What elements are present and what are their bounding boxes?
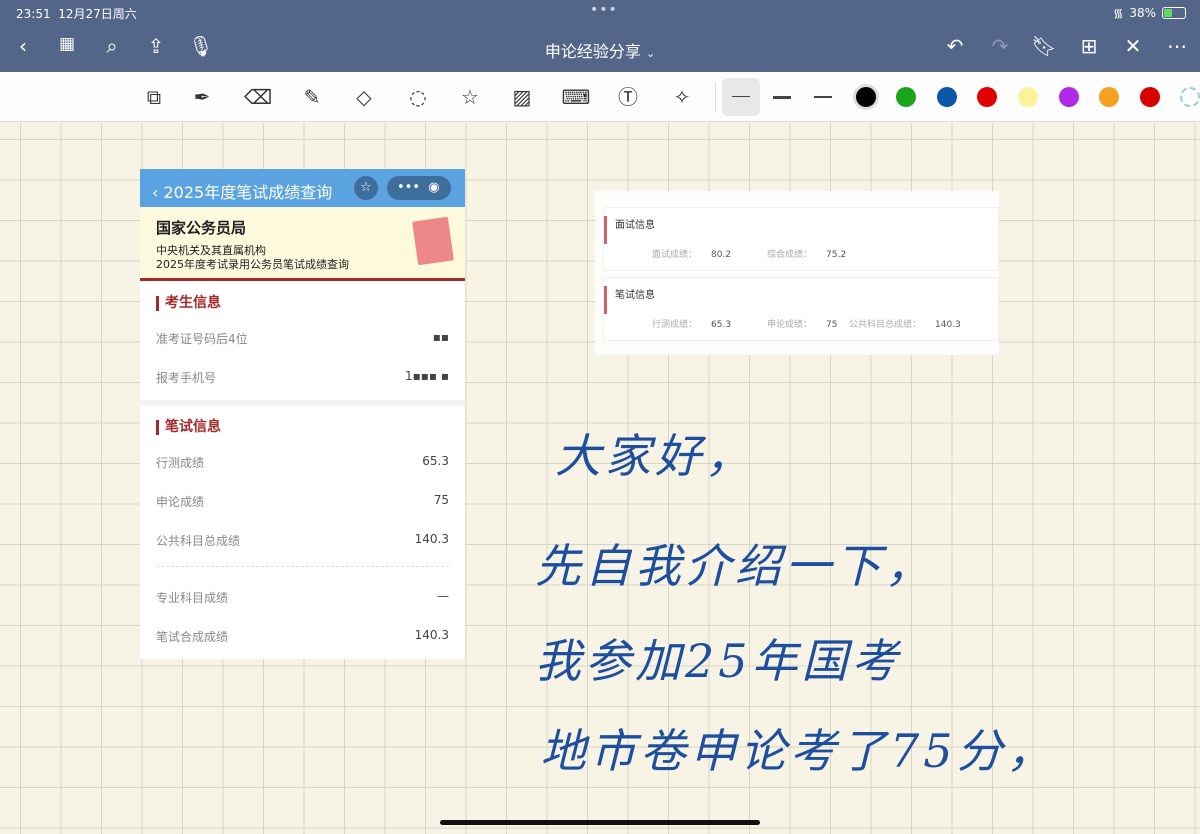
undo-icon[interactable]: ↶ xyxy=(940,34,970,58)
score-row: 笔试合成成绩 140.3 xyxy=(156,628,449,644)
score-screenshot-web: 面试信息 面试成绩： 80.2 综合成绩： 75.2 笔试信息 行测成绩： 65.3 … xyxy=(595,191,999,355)
info-row: 准考证号码后4位 ▪▪ xyxy=(156,330,449,346)
keyboard-icon[interactable]: ⌨ xyxy=(560,82,592,112)
lasso-icon[interactable]: ◌ xyxy=(402,82,434,112)
interview-score: 面试成绩： 80.2 xyxy=(652,250,732,260)
stroke-width-thin[interactable] xyxy=(722,78,760,116)
interview-title: 面试信息 xyxy=(604,216,655,244)
text-box-icon[interactable]: Ⓣ xyxy=(612,82,644,112)
image-icon[interactable]: ▨ xyxy=(506,82,538,112)
stroke-width-medium[interactable] xyxy=(763,78,801,116)
zoom-window-icon[interactable]: ⧉ xyxy=(138,82,170,112)
nav-bar: ‹ ▦ ⌕ ⇪ 🎙 申论经验分享 ⌄ ↶ ↷ 🔖︎ ⊞ ✕ ⋯ xyxy=(0,26,1200,72)
laser-pointer-icon[interactable]: ✧ xyxy=(666,82,698,112)
more-capsule: ••• ◉ xyxy=(387,176,451,200)
color-yellow[interactable] xyxy=(1018,87,1038,107)
interview-box: 面试信息 面试成绩： 80.2 综合成绩： 75.2 xyxy=(603,207,999,271)
score-row: 行测成绩 65.3 xyxy=(156,454,449,470)
miniapp-title: 2025年度笔试成绩查询 xyxy=(163,183,333,202)
score-row: 申论成绩 75 xyxy=(156,493,449,509)
score-row: 专业科目成绩 — xyxy=(156,589,449,605)
document-illustration xyxy=(412,216,454,266)
chevron-down-icon: ⌄ xyxy=(645,47,656,60)
highlighter-icon[interactable]: ✎ xyxy=(296,82,328,112)
eraser-icon[interactable]: ⌫ xyxy=(242,82,274,112)
add-page-icon[interactable]: ⊞ xyxy=(1074,34,1104,58)
written-title: 笔试信息 xyxy=(604,286,655,314)
handwriting-line: 先自我介绍一下， xyxy=(535,539,935,593)
sl-score: 申论成绩： 75 xyxy=(767,320,838,330)
drawing-toolbar: ⧉ ✒ ⌫ ✎ ◇ ◌ ☆ ▨ ⌨ Ⓣ ✧ xyxy=(0,72,1200,122)
banner: 国家公务员局 中央机关及其直属机构 2025年度考试录用公务员笔试成绩查询 xyxy=(140,207,465,281)
xc-score: 行测成绩： 65.3 xyxy=(652,320,732,330)
shapes-icon[interactable]: ◇ xyxy=(348,82,380,112)
home-indicator[interactable] xyxy=(440,820,760,825)
color-black[interactable] xyxy=(856,87,876,107)
divider xyxy=(156,566,449,567)
color-custom[interactable] xyxy=(1180,87,1200,107)
color-orange[interactable] xyxy=(1099,87,1119,107)
status-bar: 23:51 12月27日周六 ••• ᯾ 38% xyxy=(0,0,1200,26)
sticker-icon[interactable]: ☆ xyxy=(454,82,486,112)
miniapp-header: ‹ 2025年度笔试成绩查询 ☆ ••• ◉ xyxy=(140,169,465,207)
stroke-width-thick[interactable] xyxy=(804,78,842,116)
color-green[interactable] xyxy=(896,87,916,107)
color-purple[interactable] xyxy=(1059,87,1079,107)
handwriting-line: 地市卷申论考了75分， xyxy=(540,724,1057,778)
bookmark-icon[interactable]: 🔖︎ xyxy=(1029,34,1059,58)
pen-icon[interactable]: ✒ xyxy=(186,82,218,112)
battery-icon xyxy=(1162,6,1186,19)
close-icon[interactable]: ✕ xyxy=(1118,34,1148,58)
score-row: 公共科目总成绩 140.3 xyxy=(156,532,449,548)
redo-icon[interactable]: ↷ xyxy=(985,34,1015,58)
more-icon[interactable]: ⋯ xyxy=(1162,34,1192,58)
score-screenshot-phone: ‹ 2025年度笔试成绩查询 ☆ ••• ◉ 国家公务员局 中央机关及其直属机构… xyxy=(140,169,465,659)
status-time: 23:51 12月27日周六 xyxy=(16,7,137,21)
wifi-icon: ᯾ xyxy=(1113,6,1124,20)
color-blue[interactable] xyxy=(937,87,957,107)
gg-score: 公共科目总成绩： 140.3 xyxy=(849,320,961,330)
divider xyxy=(140,400,465,406)
total-score: 综合成绩： 75.2 xyxy=(767,250,847,260)
star-icon: ☆ xyxy=(354,176,378,200)
color-dark-red[interactable] xyxy=(1140,87,1160,107)
divider xyxy=(715,82,716,112)
handwriting-line: 大家好， xyxy=(555,429,755,483)
color-red[interactable] xyxy=(977,87,997,107)
handwriting-line: 我参加25年国考 xyxy=(535,634,902,688)
section-written-info: 笔试信息 xyxy=(156,420,221,435)
document-title[interactable]: 申论经验分享 ⌄ xyxy=(0,38,1200,62)
battery-percent: 38% xyxy=(1129,5,1156,20)
section-candidate-info: 考生信息 xyxy=(156,296,221,311)
info-row: 报考手机号 1▪▪▪ ▪ xyxy=(156,369,449,385)
written-box: 笔试信息 行测成绩： 65.3 申论成绩： 75 公共科目总成绩： 140.3 xyxy=(603,277,999,341)
multitask-dots[interactable]: ••• xyxy=(590,2,618,18)
